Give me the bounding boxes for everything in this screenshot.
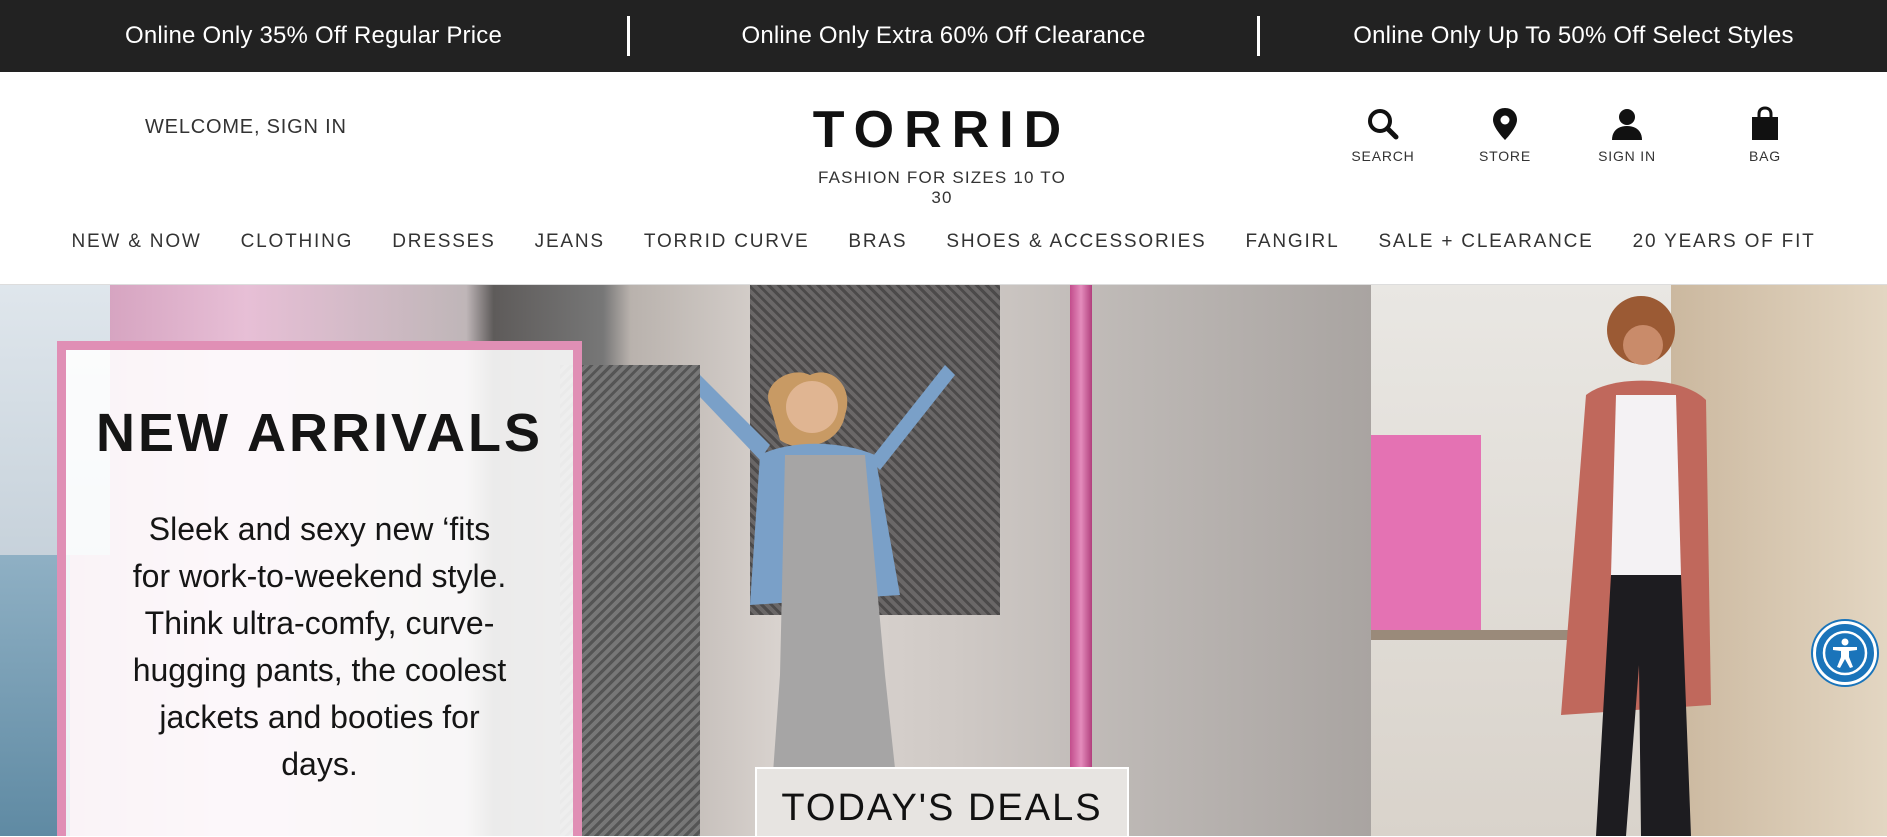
nav-item-jeans[interactable]: JEANS: [535, 231, 605, 253]
nav-item-20-years-of-fit[interactable]: 20 YEARS OF FIT: [1633, 231, 1816, 253]
nav-item-sale-clearance[interactable]: SALE + CLEARANCE: [1378, 231, 1593, 253]
hero-description: Sleek and sexy new ‘fits for work-to-wee…: [132, 511, 507, 782]
main-navigation: NEW & NOW CLOTHING DRESSES JEANS TORRID …: [0, 207, 1887, 285]
hero-banner[interactable]: NEW ARRIVALS Sleek and sexy new ‘fits fo…: [0, 285, 1887, 836]
shopping-bag-icon: [1752, 106, 1778, 140]
site-header: WELCOME, SIGN IN TORRID FASHION FOR SIZE…: [0, 72, 1887, 207]
store-button[interactable]: STORE: [1460, 106, 1550, 164]
torrid-logo[interactable]: TORRID FASHION FOR SIZES 10 TO 30: [812, 104, 1072, 208]
sign-in-button[interactable]: SIGN IN: [1582, 106, 1672, 164]
photo-model-figure: [1561, 296, 1711, 836]
nav-item-dresses[interactable]: DRESSES: [392, 231, 495, 253]
nav-item-fangirl[interactable]: FANGIRL: [1246, 231, 1340, 253]
promo-item-regular[interactable]: Online Only 35% Off Regular Price: [0, 22, 627, 50]
nav-item-bras[interactable]: BRAS: [848, 231, 907, 253]
bag-button[interactable]: BAG: [1720, 106, 1810, 164]
hero-title: NEW ARRIVALS: [96, 403, 543, 463]
todays-deals-button[interactable]: TODAY'S DEALS: [755, 767, 1129, 836]
logo-wordmark: TORRID: [812, 101, 1072, 159]
photo-model-figure: [700, 365, 955, 815]
store-label: STORE: [1479, 148, 1531, 164]
nav-item-shoes-accessories[interactable]: SHOES & ACCESSORIES: [946, 231, 1206, 253]
user-icon: [1612, 109, 1642, 140]
nav-item-new-now[interactable]: NEW & NOW: [71, 231, 201, 253]
nav-item-clothing[interactable]: CLOTHING: [241, 231, 354, 253]
search-button[interactable]: SEARCH: [1338, 106, 1428, 164]
hero-photo-model-cardigan: [1371, 285, 1887, 836]
accessibility-icon: [1822, 630, 1868, 676]
new-arrivals-card: NEW ARRIVALS Sleek and sexy new ‘fits fo…: [57, 341, 582, 836]
promo-bar: Online Only 35% Off Regular Price Online…: [0, 0, 1887, 72]
logo-tagline: FASHION FOR SIZES 10 TO 30: [817, 168, 1067, 207]
nav-item-torrid-curve[interactable]: TORRID CURVE: [644, 231, 810, 253]
bag-label: BAG: [1749, 148, 1781, 164]
search-label: SEARCH: [1351, 148, 1415, 164]
promo-item-select-styles[interactable]: Online Only Up To 50% Off Select Styles: [1260, 22, 1887, 50]
welcome-sign-in-link[interactable]: WELCOME, SIGN IN: [145, 116, 347, 139]
location-pin-icon: [1493, 108, 1517, 140]
accessibility-button[interactable]: [1813, 621, 1877, 685]
promo-item-clearance[interactable]: Online Only Extra 60% Off Clearance: [630, 22, 1257, 50]
sign-in-label: SIGN IN: [1598, 148, 1656, 164]
search-icon: [1368, 109, 1399, 140]
photo-pink-wall: [1371, 435, 1481, 635]
photo-pink-pipe: [1070, 285, 1092, 836]
